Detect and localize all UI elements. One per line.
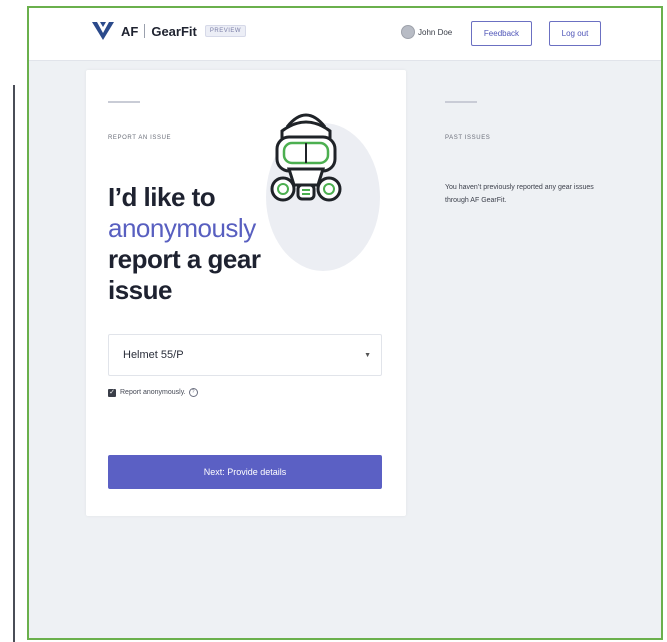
title-line-3: report a gear — [108, 244, 261, 274]
title-line-4: issue — [108, 275, 173, 305]
air-force-wings-icon — [92, 22, 114, 40]
title-accent-word: anonymously — [108, 213, 256, 243]
left-edge-rule — [13, 85, 15, 642]
user-name: John Doe — [418, 27, 453, 37]
title-line-1: I’d like to — [108, 182, 216, 212]
past-issues-eyebrow: PAST ISSUES — [445, 135, 491, 141]
section-rule — [108, 101, 140, 103]
brand-name-text: GearFit — [151, 23, 197, 39]
gear-select-value: Helmet 55/P — [123, 349, 184, 361]
report-eyebrow: REPORT AN ISSUE — [108, 135, 172, 141]
anonymous-label[interactable]: Report anonymously. — [120, 389, 186, 396]
brand-logo[interactable]: AF GearFit PREVIEW — [91, 20, 247, 42]
logout-button[interactable]: Log out — [549, 21, 601, 46]
page-title: I’d like to anonymously report a gear is… — [108, 182, 328, 306]
preview-badge: PREVIEW — [204, 25, 247, 37]
next-provide-details-button[interactable]: Next: Provide details — [108, 455, 382, 489]
brand-af-text: AF — [121, 23, 139, 39]
help-icon[interactable]: ? — [188, 388, 198, 397]
avatar — [401, 25, 415, 39]
feedback-button[interactable]: Feedback — [471, 21, 532, 46]
top-header: AF GearFit PREVIEW John Doe Feedback Log… — [29, 8, 661, 61]
app-window: AF GearFit PREVIEW John Doe Feedback Log… — [27, 6, 663, 640]
user-menu[interactable]: John Doe — [401, 25, 452, 39]
past-issues-empty-text: You haven’t previously reported any gear… — [445, 184, 594, 204]
anonymous-option: ✓ Report anonymously. ? — [108, 388, 198, 397]
past-issues-rule — [445, 101, 477, 103]
caret-down-icon: ▼ — [364, 351, 371, 359]
brand-divider — [144, 24, 146, 38]
report-issue-card: REPORT AN ISSUE I’d like to anonymously … — [86, 70, 406, 516]
anonymous-checkbox[interactable]: ✓ — [108, 388, 116, 397]
gear-select-dropdown[interactable]: Helmet 55/P ▼ — [108, 334, 382, 376]
